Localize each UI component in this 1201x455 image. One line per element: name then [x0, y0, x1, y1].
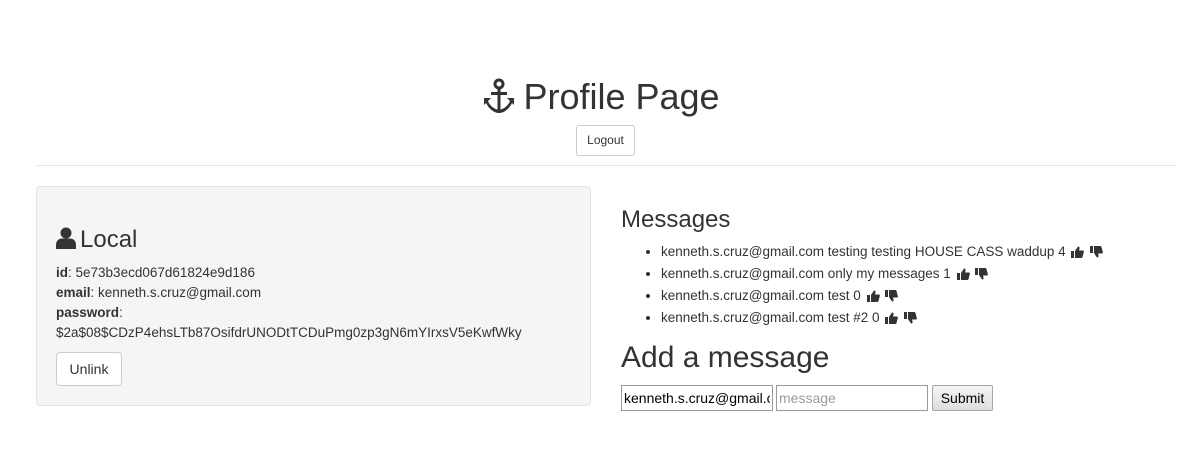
message-item: kenneth.s.cruz@gmail.com test #2 0 [661, 308, 1103, 330]
local-heading-text: Local [80, 226, 138, 253]
message-text: kenneth.s.cruz@gmail.com only my message… [661, 266, 951, 281]
thumbs-down-icon[interactable] [975, 266, 989, 286]
profile-page: Profile Page Logout Local id: 5e73b3ecd0… [0, 0, 1201, 455]
message-item: kenneth.s.cruz@gmail.com test 0 [661, 286, 1103, 308]
email-label: email [56, 285, 91, 300]
add-message-heading: Add a message [621, 341, 830, 374]
message-item: kenneth.s.cruz@gmail.com only my message… [661, 264, 1103, 286]
thumbs-up-icon[interactable] [885, 310, 899, 330]
email-field[interactable] [621, 385, 773, 411]
email-value: kenneth.s.cruz@gmail.com [98, 285, 262, 300]
id-label: id [56, 265, 68, 280]
message-text: kenneth.s.cruz@gmail.com test #2 0 [661, 310, 880, 325]
message-text: kenneth.s.cruz@gmail.com testing testing… [661, 244, 1066, 259]
messages-heading: Messages [621, 206, 731, 233]
thumbs-up-icon[interactable] [956, 266, 970, 286]
message-input[interactable] [776, 385, 928, 411]
submit-button[interactable]: Submit [932, 385, 993, 411]
id-row: id: 5e73b3ecd067d61824e9d186 [56, 265, 255, 280]
messages-list: kenneth.s.cruz@gmail.com testing testing… [621, 242, 1104, 330]
thumbs-down-icon[interactable] [1090, 244, 1104, 264]
message-text: kenneth.s.cruz@gmail.com test 0 [661, 288, 861, 303]
unlink-button[interactable]: Unlink [56, 352, 122, 386]
page-title-text: Profile Page [523, 76, 720, 117]
id-value: 5e73b3ecd067d61824e9d186 [75, 265, 255, 280]
anchor-icon [481, 78, 517, 125]
local-heading: Local [56, 225, 137, 257]
thumbs-down-icon[interactable] [885, 288, 899, 308]
thumbs-down-icon[interactable] [904, 310, 917, 330]
header-divider [36, 165, 1176, 166]
password-value: $2a$08$CDzP4ehsLTb87OsifdrUNODtTCDuPmg0z… [56, 325, 522, 340]
thumbs-up-icon[interactable] [866, 288, 880, 308]
user-icon [56, 227, 76, 257]
local-account-panel: Local id: 5e73b3ecd067d61824e9d186 email… [36, 186, 591, 406]
logout-button[interactable]: Logout [576, 125, 635, 156]
thumbs-up-icon[interactable] [1071, 244, 1085, 264]
local-account-info: id: 5e73b3ecd067d61824e9d186 email: kenn… [56, 263, 522, 343]
message-item: kenneth.s.cruz@gmail.com testing testing… [661, 242, 1104, 264]
password-row: password: [56, 305, 123, 320]
email-row: email: kenneth.s.cruz@gmail.com [56, 285, 262, 300]
password-label: password [56, 305, 120, 320]
page-title: Profile Page [0, 74, 1201, 125]
